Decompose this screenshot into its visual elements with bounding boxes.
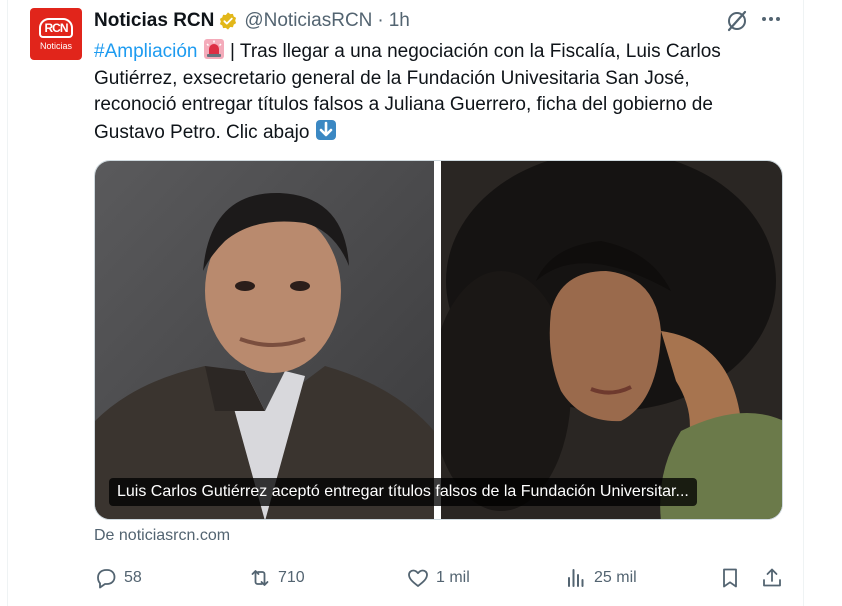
photo-woman <box>441 161 782 519</box>
like-button[interactable]: 1 mil <box>406 565 470 591</box>
repost-button[interactable]: 710 <box>248 565 305 591</box>
views-button[interactable]: 25 mil <box>564 565 637 591</box>
header-separator: · <box>377 10 384 31</box>
bookmark-icon <box>723 568 737 588</box>
avatar[interactable]: RCN Noticias <box>30 8 82 60</box>
views-icon <box>568 569 584 587</box>
post-text-line-4: Gustavo Petro. Clic abajo <box>94 119 794 147</box>
post-header: Noticias RCN @NoticiasRCN · 1h <box>94 8 410 34</box>
share-button[interactable] <box>760 565 784 591</box>
heart-icon <box>408 569 428 587</box>
down-arrow-icon <box>315 119 336 140</box>
post-text: #Ampliación | Tras llegar a una negociac… <box>94 38 794 146</box>
reply-count: 58 <box>124 569 142 586</box>
timeline-border-left <box>7 0 8 606</box>
avatar-logo-word: Noticias <box>39 40 72 51</box>
repost-count: 710 <box>278 569 305 586</box>
rotating-light-icon <box>203 39 224 59</box>
avatar-logo-mark: RCN <box>39 17 73 38</box>
bookmark-button[interactable] <box>718 565 742 591</box>
action-bar: 58 710 1 mil 25 mil <box>94 565 784 591</box>
photo-man <box>95 161 434 519</box>
author-name[interactable]: Noticias RCN <box>94 10 214 32</box>
link-card[interactable]: Luis Carlos Gutiérrez aceptó entregar tí… <box>94 160 783 520</box>
post-text-line-3: reconoció entregar títulos falsos a Juli… <box>94 94 713 115</box>
grok-icon[interactable] <box>724 8 750 34</box>
post-text-line-4-text: Gustavo Petro. Clic abajo <box>94 121 315 143</box>
retweet-icon <box>251 570 269 586</box>
link-source[interactable]: De noticiasrcn.com <box>94 527 230 545</box>
verified-badge-icon[interactable] <box>218 11 238 31</box>
author-handle[interactable]: @NoticiasRCN <box>244 10 372 32</box>
post-text-line-2: Gutiérrez, exsecretario general de la Fu… <box>94 67 690 89</box>
reply-icon <box>97 569 116 589</box>
post-text-line-1: #Ampliación | Tras llegar a una negociac… <box>94 38 794 66</box>
link-card-caption: Luis Carlos Gutiérrez aceptó entregar tí… <box>109 478 697 506</box>
hashtag-link[interactable]: #Ampliación <box>94 41 198 62</box>
more-icon[interactable] <box>758 6 784 32</box>
post-time[interactable]: 1h <box>389 10 410 32</box>
reply-button[interactable]: 58 <box>94 565 142 591</box>
share-icon <box>763 568 781 587</box>
post-text-line-1-rest: | Tras llegar a una negociación con la F… <box>224 41 721 62</box>
timeline-border-right <box>803 0 804 606</box>
views-count: 25 mil <box>594 569 637 586</box>
like-count: 1 mil <box>436 569 470 586</box>
